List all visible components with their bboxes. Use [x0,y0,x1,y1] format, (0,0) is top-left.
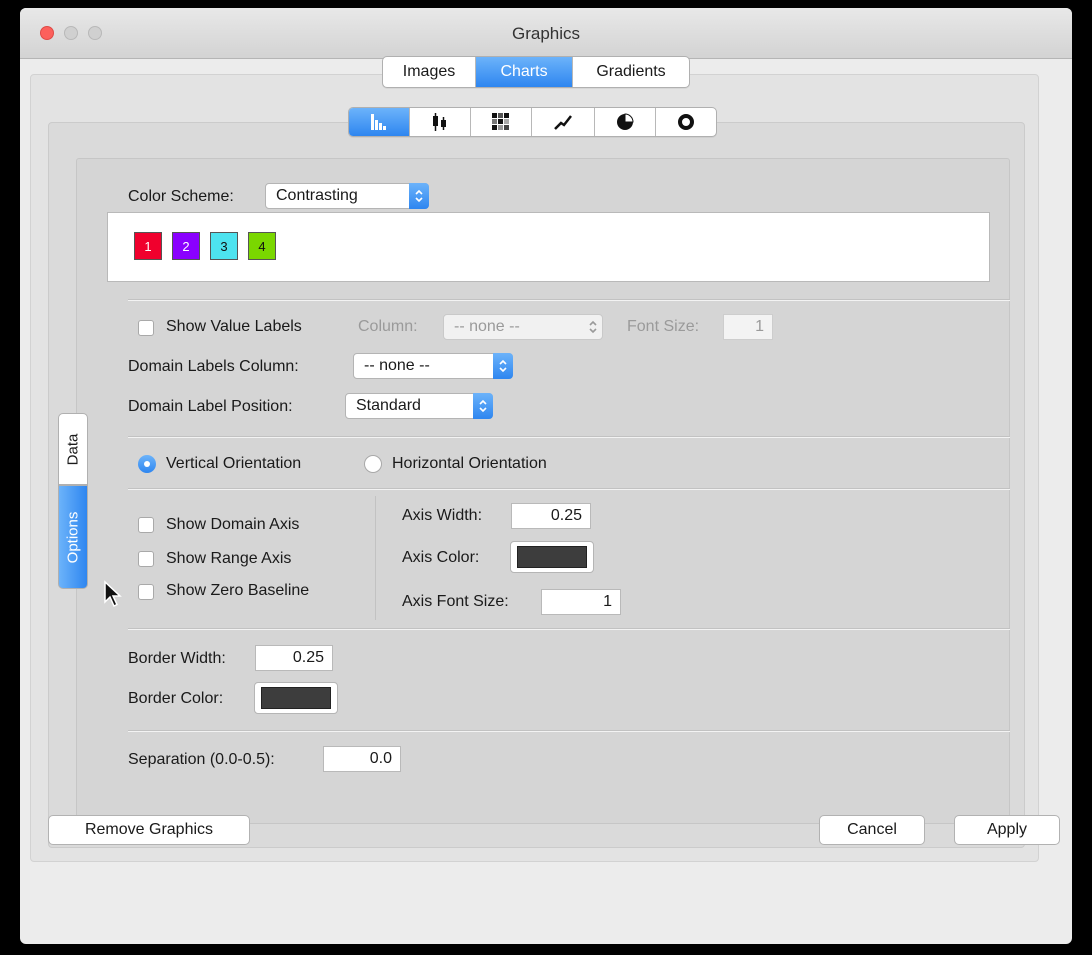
color-chip-2[interactable]: 2 [172,232,200,260]
tab-options[interactable]: Options [58,485,88,589]
tab-gradients[interactable]: Gradients [573,57,689,87]
domain-label-position-label: Domain Label Position: [128,398,293,415]
show-domain-axis-label: Show Domain Axis [166,516,300,533]
border-width-label: Border Width: [128,650,226,667]
color-scheme-preview: 1 2 3 4 [107,212,990,282]
horizontal-orientation-radio[interactable] [364,455,382,473]
show-domain-axis-checkbox[interactable] [138,517,154,533]
remove-graphics-button[interactable]: Remove Graphics [48,815,250,845]
axis-color-label: Axis Color: [402,549,480,566]
color-chip-1[interactable]: 1 [134,232,162,260]
axis-width-field[interactable]: 0.25 [511,503,591,529]
bar-chart-icon[interactable] [349,108,410,136]
axis-width-label: Axis Width: [402,507,483,524]
show-value-labels-label: Show Value Labels [166,318,302,335]
chevron-up-down-icon [409,183,429,209]
tab-charts[interactable]: Charts [476,57,573,87]
domain-label-position-value: Standard [356,397,421,414]
box-plot-icon[interactable] [410,108,471,136]
border-color-button[interactable] [254,682,338,714]
color-chip-4[interactable]: 4 [248,232,276,260]
axis-font-size-label: Axis Font Size: [402,593,509,610]
show-value-labels-checkbox[interactable] [138,320,154,336]
value-column-select[interactable]: -- none -- [443,314,603,340]
axis-color-swatch [517,546,587,568]
axis-font-size-field[interactable]: 1 [541,589,621,615]
domain-labels-column-value: -- none -- [364,357,430,374]
chevron-up-down-icon [473,393,493,419]
separation-field[interactable]: 0.0 [323,746,401,772]
vertical-orientation-label: Vertical Orientation [166,455,302,472]
show-zero-baseline-label: Show Zero Baseline [166,582,310,599]
heatmap-icon[interactable] [471,108,532,136]
show-zero-baseline-checkbox[interactable] [138,584,154,600]
border-color-swatch [261,687,331,709]
divider [128,628,1010,630]
divider [128,436,1010,438]
axis-color-button[interactable] [510,541,594,573]
title-bar: Graphics [20,8,1072,59]
divider [128,488,1010,490]
ring-chart-icon[interactable] [656,108,716,136]
line-chart-icon[interactable] [532,108,595,136]
separation-label: Separation (0.0-0.5): [128,751,275,768]
vertical-divider [375,496,376,620]
show-range-axis-label: Show Range Axis [166,550,292,567]
value-column-label: Column: [358,318,418,335]
domain-labels-column-label: Domain Labels Column: [128,358,299,375]
apply-button[interactable]: Apply [954,815,1060,845]
vertical-orientation-radio[interactable] [138,455,156,473]
divider [128,299,1010,301]
pie-chart-icon[interactable] [595,108,656,136]
domain-label-position-select[interactable]: Standard [345,393,493,419]
value-font-size-field[interactable]: 1 [723,314,773,340]
color-chip-3[interactable]: 3 [210,232,238,260]
border-color-label: Border Color: [128,690,224,707]
chart-type-tab-bar [348,107,717,137]
divider [128,730,1010,732]
domain-labels-column-select[interactable]: -- none -- [353,353,513,379]
color-scheme-select[interactable]: Contrasting [265,183,429,209]
horizontal-orientation-label: Horizontal Orientation [392,455,547,472]
window-title: Graphics [511,24,581,43]
color-scheme-label: Color Scheme: [128,188,234,205]
chevron-up-down-icon [493,353,513,379]
top-tab-bar: Images Charts Gradients [382,56,690,88]
show-range-axis-checkbox[interactable] [138,551,154,567]
mouse-pointer-icon [104,580,122,608]
value-column-value: -- none -- [454,318,520,335]
border-width-field[interactable]: 0.25 [255,645,333,671]
chevron-up-down-icon [583,314,603,340]
color-scheme-value: Contrasting [276,187,358,204]
tab-images[interactable]: Images [383,57,476,87]
tab-data[interactable]: Data [58,413,88,485]
value-font-size-label: Font Size: [627,318,700,335]
cancel-button[interactable]: Cancel [819,815,925,845]
